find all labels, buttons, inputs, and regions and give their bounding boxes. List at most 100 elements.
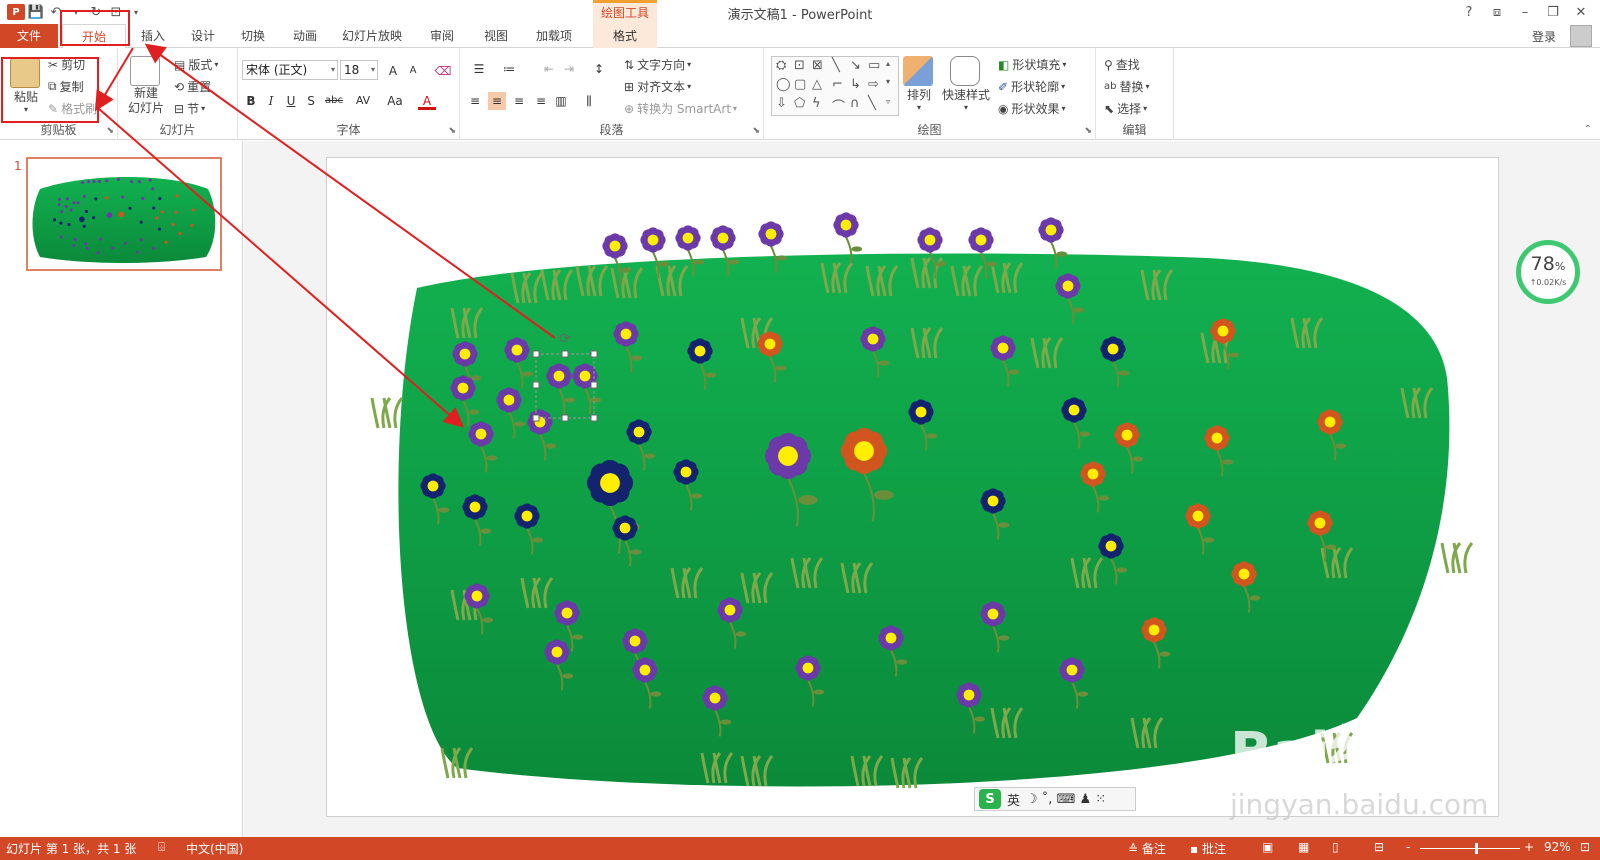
columns-icon[interactable]: ⫼: [580, 92, 598, 110]
cut-button[interactable]: ✂ 剪切: [48, 56, 85, 73]
align-right-icon[interactable]: ≡: [510, 92, 528, 110]
gallery-more-icon[interactable]: ▿: [886, 97, 890, 106]
normal-view-icon[interactable]: ▣: [1262, 840, 1273, 854]
align-center-icon[interactable]: ≡: [488, 92, 506, 110]
slide-thumbnail[interactable]: [26, 157, 222, 271]
lightning-icon[interactable]: ϟ: [812, 96, 821, 111]
tab-addins[interactable]: 加载项: [528, 24, 580, 48]
tab-insert[interactable]: 插入: [128, 24, 178, 48]
slide-sorter-icon[interactable]: ▦: [1298, 840, 1309, 854]
paragraph-dialog-launcher-icon[interactable]: ⬊: [752, 126, 760, 136]
increase-indent-icon[interactable]: ⇥: [560, 60, 578, 78]
ime-toolbar[interactable]: S 英 ☽ ˚, ⌨ ♟ ⁙: [974, 787, 1136, 811]
arrow-line-icon[interactable]: ↘: [850, 58, 861, 73]
zoom-slider-thumb[interactable]: [1475, 843, 1478, 854]
replace-button[interactable]: ab 替换 ▾: [1104, 78, 1150, 95]
justify-icon[interactable]: ≡: [532, 92, 550, 110]
shapes-gallery[interactable]: ⛭ ⊡ ⊠ ╲ ↘ ▭ ◯ ▢ △ ⌐ ↳ ⇨ ⇩ ⬠ ϟ ⌒ ∩ ╲ ▴ ▾: [771, 56, 899, 116]
shape-effects-button[interactable]: ◉ 形状效果 ▾: [998, 100, 1066, 117]
new-slide-button[interactable]: 新建 幻灯片: [124, 56, 168, 116]
paste-button[interactable]: 粘贴 ▾: [8, 58, 44, 114]
oval-icon[interactable]: ◯: [776, 77, 791, 92]
gallery-scroll-down-icon[interactable]: ▾: [886, 77, 890, 86]
rotate-handle-icon[interactable]: ⟳: [559, 331, 571, 347]
zoom-in-button[interactable]: +: [1524, 840, 1534, 854]
tab-design[interactable]: 设计: [178, 24, 228, 48]
section-button[interactable]: ⊟ 节 ▾: [174, 100, 205, 117]
restore-button[interactable]: ❐: [1539, 2, 1567, 22]
change-case-button[interactable]: Aa: [382, 92, 408, 110]
elbow-arrow-icon[interactable]: ↳: [850, 77, 861, 92]
spell-check-icon[interactable]: ⌹: [158, 840, 165, 855]
text-shadow-button[interactable]: S: [302, 92, 320, 110]
minimize-button[interactable]: –: [1511, 2, 1539, 22]
convert-smartart-button[interactable]: ⊕ 转换为 SmartArt ▾: [624, 100, 737, 117]
zoom-level[interactable]: 92%: [1544, 840, 1571, 854]
ime-tool-icons[interactable]: ☽ ˚, ⌨ ♟ ⁙: [1026, 792, 1106, 807]
tab-view[interactable]: 视图: [472, 24, 520, 48]
font-color-button[interactable]: A: [418, 92, 436, 110]
vertical-text-box-icon[interactable]: ⊠: [812, 58, 823, 73]
layout-button[interactable]: ▤ 版式 ▾: [174, 56, 218, 73]
tab-transitions[interactable]: 切换: [228, 24, 278, 48]
line-icon[interactable]: ╲: [832, 58, 840, 73]
rectangle-icon[interactable]: ▭: [868, 58, 880, 73]
shape-outline-button[interactable]: ✐ 形状轮廓 ▾: [998, 78, 1065, 95]
clipboard-dialog-launcher-icon[interactable]: ⬊: [106, 126, 114, 136]
text-box-icon[interactable]: ⛭: [776, 58, 786, 73]
reset-button[interactable]: ⟲ 重置: [174, 78, 211, 95]
language-status[interactable]: 中文(中国): [186, 840, 243, 857]
tab-file[interactable]: 文件: [0, 24, 58, 48]
font-size-combo[interactable]: 18 ▾: [340, 60, 378, 80]
numbering-icon[interactable]: ≔: [500, 60, 518, 78]
tab-home[interactable]: 开始: [62, 24, 126, 49]
tab-review[interactable]: 审阅: [418, 24, 466, 48]
drawing-dialog-launcher-icon[interactable]: ⬊: [1084, 126, 1092, 136]
character-spacing-button[interactable]: AV: [350, 92, 376, 110]
help-button[interactable]: ?: [1455, 2, 1483, 22]
rounded-rectangle-icon[interactable]: ▢: [794, 77, 806, 92]
sogou-logo-icon[interactable]: S: [979, 789, 1001, 809]
comments-button[interactable]: ▪ 批注: [1190, 840, 1226, 857]
select-button[interactable]: ⬉ 选择 ▾: [1104, 100, 1147, 117]
tab-slideshow[interactable]: 幻灯片放映: [336, 24, 408, 48]
shrink-font-button[interactable]: A: [404, 62, 422, 80]
triangle-icon[interactable]: △: [812, 77, 822, 92]
right-arrow-icon[interactable]: ⇨: [868, 77, 879, 92]
avatar[interactable]: [1570, 25, 1592, 47]
font-dialog-launcher-icon[interactable]: ⬊: [448, 126, 456, 136]
bullets-icon[interactable]: ☰: [470, 60, 488, 78]
reading-view-icon[interactable]: ▯: [1332, 840, 1339, 854]
zoom-out-button[interactable]: -: [1406, 840, 1410, 854]
format-painter-button[interactable]: ✎ 格式刷: [48, 100, 97, 117]
curve-icon[interactable]: ∩: [850, 96, 860, 111]
down-arrow-icon[interactable]: ⇩: [776, 96, 787, 111]
tab-format[interactable]: 格式: [593, 24, 657, 48]
slideshow-view-icon[interactable]: ⊟: [1374, 840, 1384, 854]
align-text-button[interactable]: ⊞ 对齐文本 ▾: [624, 78, 691, 95]
arrange-button[interactable]: 排列 ▾: [902, 56, 936, 112]
tab-animations[interactable]: 动画: [280, 24, 330, 48]
ribbon-display-options-button[interactable]: ⧈: [1483, 2, 1511, 22]
notes-button[interactable]: ≙ 备注: [1128, 840, 1166, 857]
strikethrough-button[interactable]: abc: [322, 92, 346, 110]
fit-slide-icon[interactable]: ⊡: [1580, 840, 1590, 854]
line-spacing-icon[interactable]: ↕: [590, 60, 608, 78]
sign-in-link[interactable]: 登录: [1532, 28, 1556, 45]
zoom-slider[interactable]: [1420, 843, 1520, 854]
text-box-icon[interactable]: ⊡: [794, 58, 805, 73]
underline-button[interactable]: U: [282, 92, 300, 110]
grow-font-button[interactable]: A: [384, 62, 402, 80]
arc-icon[interactable]: ⌒: [832, 96, 845, 115]
freeform-icon[interactable]: ⬠: [794, 96, 805, 111]
quick-styles-button[interactable]: 快速样式 ▾: [940, 56, 992, 112]
font-name-combo[interactable]: 宋体 (正文) ▾: [242, 60, 338, 80]
close-button[interactable]: ✕: [1567, 2, 1595, 22]
decrease-indent-icon[interactable]: ⇤: [540, 60, 558, 78]
network-speed-widget[interactable]: 78% ↑0.02K/s: [1516, 240, 1580, 304]
ime-language-toggle[interactable]: 英: [1007, 790, 1020, 809]
collapse-ribbon-icon[interactable]: ⌃: [1584, 124, 1592, 135]
scribble-icon[interactable]: ╲: [868, 96, 876, 111]
find-button[interactable]: ⚲ 查找: [1104, 56, 1140, 73]
text-direction-button[interactable]: ⇅ 文字方向 ▾: [624, 56, 691, 73]
